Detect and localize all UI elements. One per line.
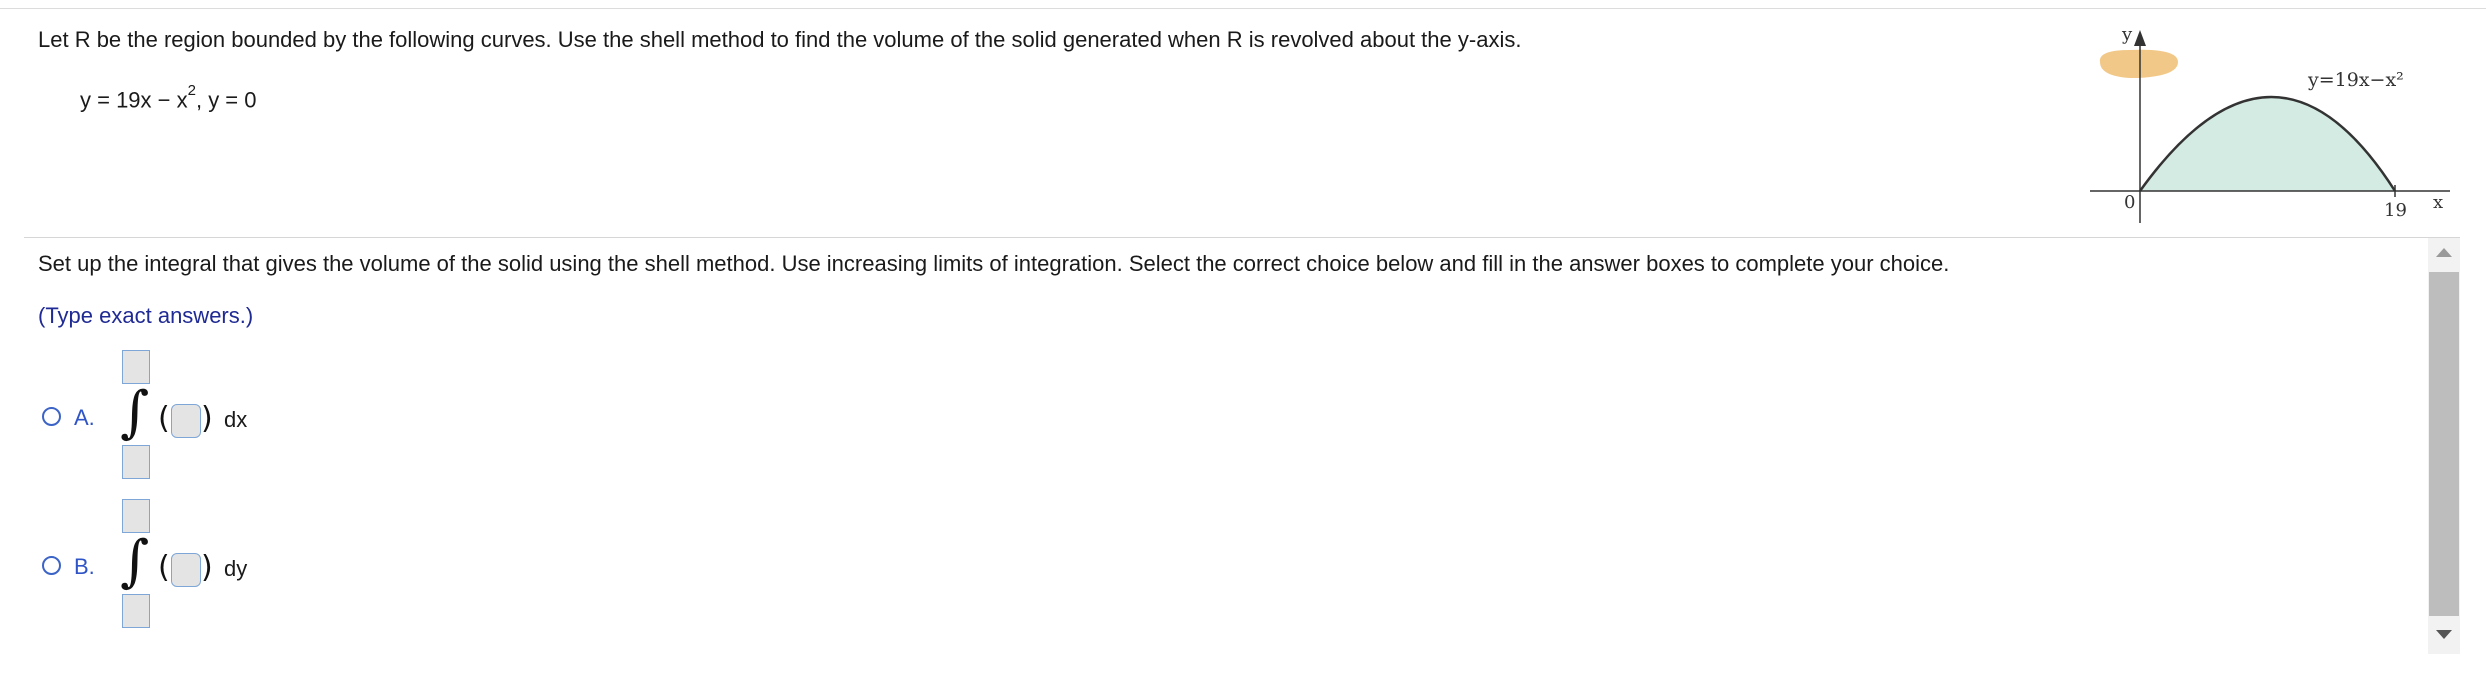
choice-a-radio[interactable]: [42, 407, 61, 426]
choice-b-integrand-input[interactable]: [171, 553, 201, 587]
x-axis-label: x: [2433, 192, 2443, 213]
choice-a-lower-limit-input[interactable]: [122, 445, 150, 479]
choice-b-integral-sign: ∫: [120, 529, 150, 594]
scroll-down-arrow-icon[interactable]: [2436, 630, 2452, 639]
equation-rest: , y = 0: [195, 87, 257, 113]
choice-b-upper-limit-input[interactable]: [122, 499, 150, 533]
origin-label: 0: [2124, 192, 2135, 213]
region-graph: y x 0 19 y=19x−x²: [2090, 24, 2450, 223]
choice-a-integrand-input[interactable]: [171, 404, 201, 438]
problem-statement: Let R be the region bounded by the follo…: [38, 27, 1522, 52]
scroll-up-arrow-icon[interactable]: [2436, 248, 2452, 257]
choice-a-close-paren: ): [201, 401, 213, 436]
instructions-text: Set up the integral that gives the volum…: [38, 251, 1950, 276]
y-axis-label: y: [2121, 24, 2133, 45]
choice-a-integral-sign: ∫: [120, 380, 150, 445]
choice-a[interactable]: A. ∫ ( ) dx: [38, 345, 278, 485]
answer-hint: (Type exact answers.): [38, 303, 254, 328]
curve-equations: y = 19x − x2, y = 0: [80, 82, 257, 113]
top-border: [0, 0, 2486, 9]
choice-b[interactable]: B. ∫ ( ) dy: [38, 494, 278, 634]
scrollbar-thumb[interactable]: [2429, 272, 2459, 616]
choice-b-letter: B.: [74, 554, 95, 579]
revolve-arrow-icon: [2099, 49, 2178, 78]
choice-a-letter: A.: [74, 405, 95, 430]
equation-exponent: 2: [187, 82, 196, 99]
choice-b-close-paren: ): [201, 550, 213, 585]
vertical-scrollbar[interactable]: [2428, 238, 2460, 654]
choice-b-differential: dy: [224, 556, 248, 581]
choice-a-open-paren: (: [158, 401, 170, 436]
choice-a-upper-limit-input[interactable]: [122, 350, 150, 384]
section-divider: [24, 237, 2460, 238]
y-axis-arrow-icon: [2134, 30, 2146, 46]
choice-b-lower-limit-input[interactable]: [122, 594, 150, 628]
choice-b-open-paren: (: [158, 550, 170, 585]
choice-b-radio[interactable]: [42, 556, 61, 575]
x-tick-label: 19: [2384, 200, 2407, 221]
choice-a-differential: dx: [224, 407, 248, 432]
curve-label: y=19x−x²: [2307, 69, 2404, 91]
equation-main: y = 19x − x: [80, 87, 188, 113]
